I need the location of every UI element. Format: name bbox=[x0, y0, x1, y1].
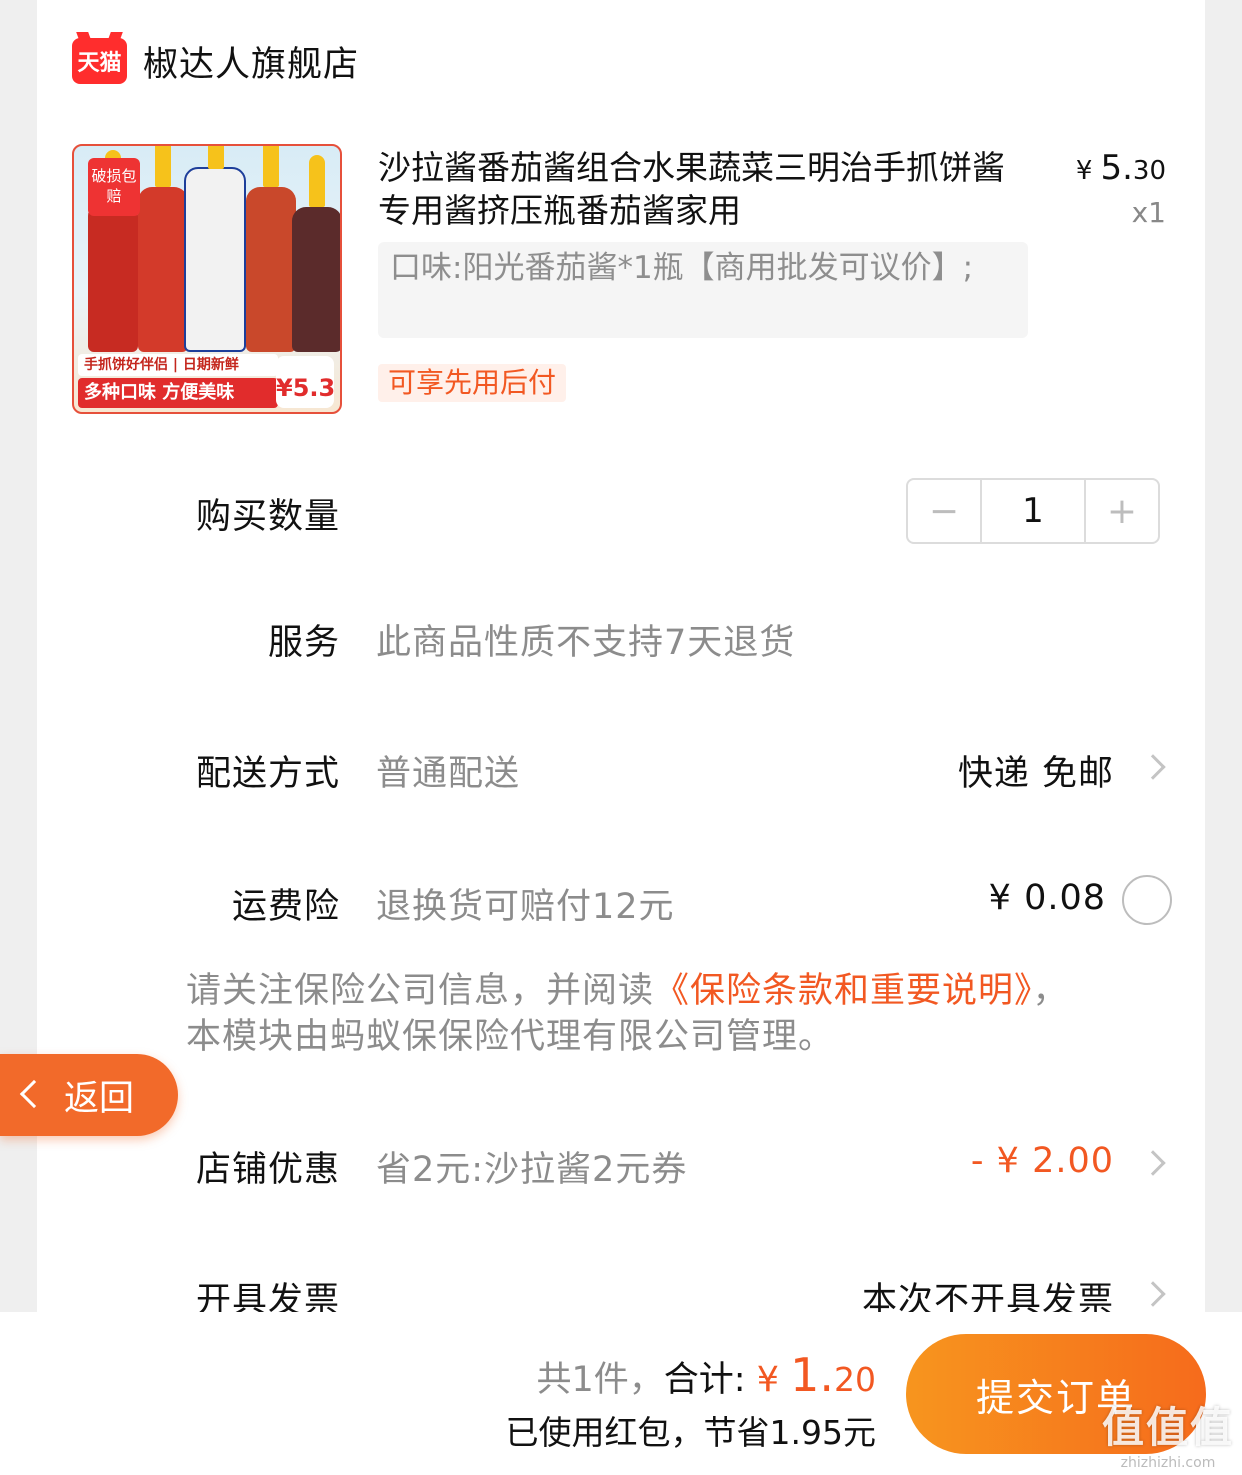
discount-value[interactable]: - ¥ 2.00 bbox=[971, 1141, 1114, 1181]
item-count: 共1件， bbox=[536, 1360, 664, 1400]
image-banner-top: 手抓饼好伴侣 | 日期新鲜 bbox=[78, 354, 278, 376]
bottle-graphic bbox=[184, 146, 246, 352]
price-int: 5. bbox=[1100, 148, 1133, 188]
product-price: ¥5.30 bbox=[1076, 148, 1166, 188]
bottle-graphic bbox=[88, 150, 138, 352]
bottle-graphic bbox=[292, 155, 340, 352]
delivery-value[interactable]: 快递 免邮 bbox=[958, 745, 1114, 796]
increment-button[interactable]: + bbox=[1086, 480, 1158, 542]
shop-header[interactable]: 天猫 椒达人旗舰店 bbox=[72, 36, 359, 86]
tmall-logo-icon: 天猫 bbox=[72, 38, 127, 84]
price-symbol: ¥ bbox=[1075, 156, 1093, 186]
total-symbol: ¥ bbox=[756, 1360, 791, 1400]
insurance-label: 运费险 bbox=[231, 887, 340, 927]
shop-name[interactable]: 椒达人旗舰店 bbox=[143, 36, 359, 87]
delivery-desc: 普通配送 bbox=[376, 754, 521, 794]
service-label: 服务 bbox=[267, 623, 340, 663]
quantity-stepper[interactable]: − 1 + bbox=[906, 478, 1160, 544]
image-price: ¥5.3 bbox=[276, 356, 335, 408]
service-desc: 此商品性质不支持7天退货 bbox=[376, 623, 796, 663]
decrement-button[interactable]: − bbox=[908, 480, 980, 542]
sku-selector[interactable]: 口味:阳光番茄酱*1瓶【商用批发可议价】; bbox=[378, 242, 1028, 338]
total-int: 1. bbox=[790, 1348, 834, 1402]
product-title[interactable]: 沙拉酱番茄酱组合水果蔬菜三明治手抓饼酱专用酱挤压瓶番茄酱家用 bbox=[378, 146, 1018, 232]
watermark-url: zhizhizhi.com bbox=[1120, 1455, 1216, 1471]
back-label: 返回 bbox=[64, 1078, 135, 1119]
image-banner-bottom: 多种口味 方便美味 bbox=[78, 378, 278, 408]
insurance-price: ¥ 0.08 bbox=[988, 878, 1106, 918]
watermark-title: 值值值 bbox=[1101, 1403, 1234, 1452]
discount-label: 店铺优惠 bbox=[195, 1150, 340, 1190]
discount-desc: 省2元:沙拉酱2元券 bbox=[376, 1150, 688, 1190]
pay-later-tag: 可享先用后付 bbox=[378, 364, 567, 402]
watermark: 值值值 zhizhizhi.com bbox=[1102, 1394, 1234, 1471]
bottle-graphic bbox=[138, 146, 188, 352]
total-dec: 20 bbox=[834, 1360, 876, 1399]
total-label: 合计: bbox=[663, 1360, 757, 1400]
quantity-label: 购买数量 bbox=[195, 497, 340, 537]
insurance-radio[interactable] bbox=[1122, 875, 1172, 925]
order-total: 共1件，合计: ¥ 1.20 bbox=[537, 1348, 877, 1402]
insurance-desc: 退换货可赔付12元 bbox=[376, 887, 675, 927]
back-button[interactable]: 返回 bbox=[0, 1054, 178, 1136]
price-dec: 30 bbox=[1132, 156, 1166, 186]
image-badge: 破损包赔 bbox=[88, 158, 140, 216]
product-image[interactable]: 破损包赔 手抓饼好伴侣 | 日期新鲜 多种口味 方便美味 ¥5.3 bbox=[72, 144, 342, 414]
chevron-left-icon bbox=[19, 1079, 49, 1109]
quantity-value[interactable]: 1 bbox=[980, 480, 1086, 542]
bottle-graphic bbox=[246, 146, 296, 352]
saved-text: 已使用红包，节省1.95元 bbox=[505, 1413, 876, 1452]
product-quantity: x1 bbox=[1131, 196, 1166, 229]
insurance-terms-link[interactable]: 《保险条款和重要说明》 bbox=[654, 971, 1033, 1011]
delivery-label: 配送方式 bbox=[195, 754, 340, 794]
insurance-notice: 请关注保险公司信息，并阅读《保险条款和重要说明》，本模块由蚂蚁保保险代理有限公司… bbox=[186, 968, 1086, 1060]
notice-prefix: 请关注保险公司信息，并阅读 bbox=[186, 971, 655, 1011]
